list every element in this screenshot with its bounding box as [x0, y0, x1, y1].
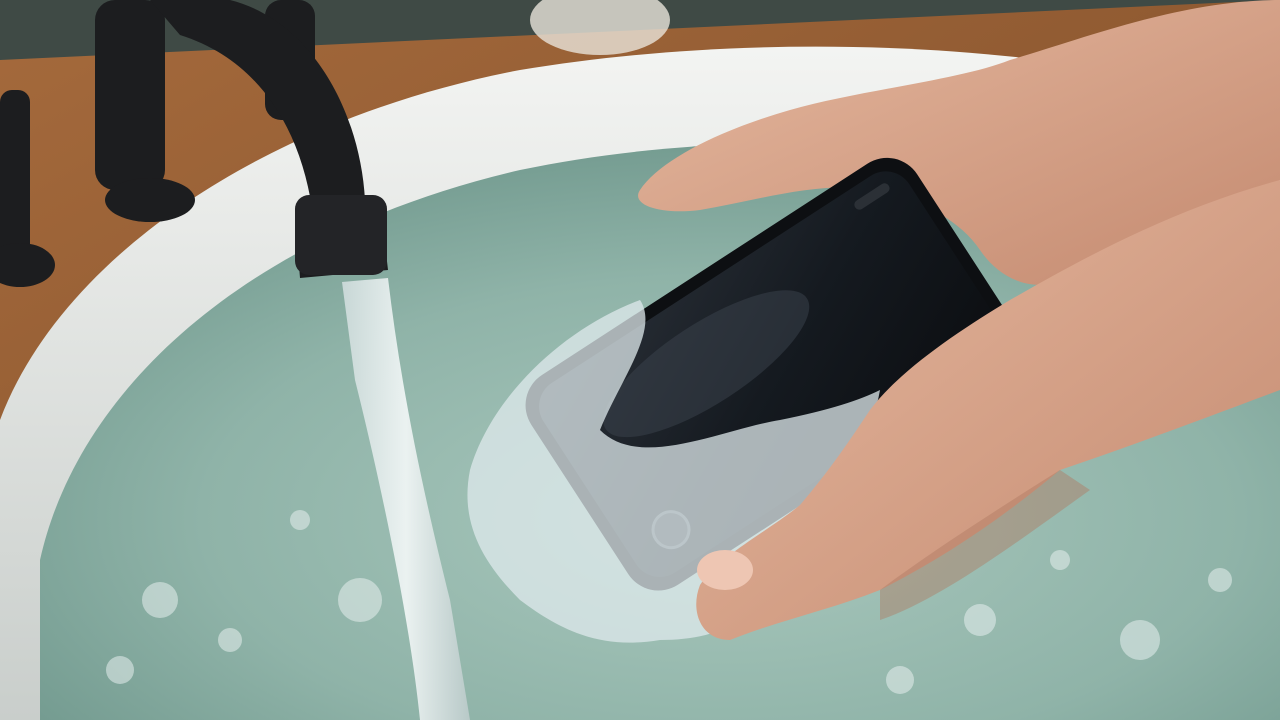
faucet-nozzle [295, 195, 387, 275]
thumbnail [697, 550, 753, 590]
bathroom-photo-scene [0, 0, 1280, 720]
